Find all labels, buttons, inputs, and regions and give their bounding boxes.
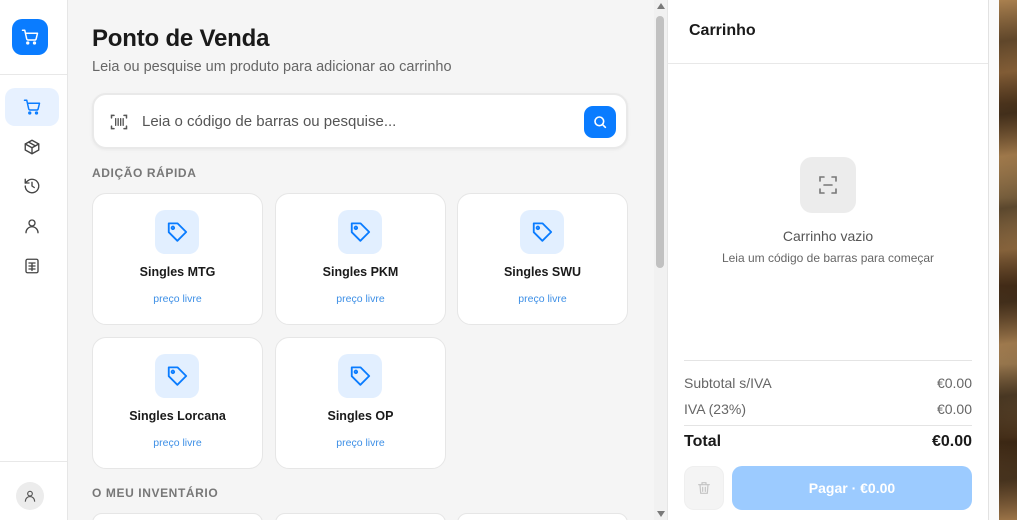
page-title: Ponto de Venda (92, 25, 270, 52)
card-price: preço livre (518, 293, 567, 305)
page-subtitle: Leia ou pesquise um produto para adicion… (92, 59, 452, 75)
inventory-card[interactable] (275, 513, 446, 520)
vat-value: €0.00 (936, 401, 972, 417)
tag-icon (520, 210, 564, 254)
sidebar (0, 0, 68, 520)
main-content: Ponto de Venda Leia ou pesquise um produ… (68, 0, 654, 520)
inventory-heading: O MEU INVENTÁRIO (92, 486, 219, 500)
cart-title: Carrinho (689, 22, 756, 39)
sidebar-divider (0, 74, 67, 75)
user-avatar-button[interactable] (16, 482, 44, 510)
quick-add-card[interactable]: Singles SWU preço livre (457, 193, 628, 325)
subtotal-label: Subtotal s/IVA (684, 375, 772, 391)
card-name: Singles SWU (503, 265, 582, 279)
card-name: Singles MTG (139, 265, 216, 279)
sidebar-divider (0, 461, 67, 462)
cart-icon (23, 99, 41, 115)
scroll-down-arrow-icon[interactable] (656, 511, 665, 517)
history-icon (24, 178, 40, 194)
cart-empty-title: Carrinho vazio (782, 228, 874, 244)
total-value: €0.00 (931, 433, 972, 450)
quick-add-card[interactable]: Singles Lorcana preço livre (92, 337, 263, 469)
totals-divider (684, 425, 972, 426)
scroll-up-arrow-icon[interactable] (656, 3, 665, 9)
search-icon (594, 116, 607, 129)
user-icon (25, 219, 39, 234)
sidebar-item-reports[interactable] (5, 247, 59, 285)
inventory-card[interactable] (92, 513, 263, 520)
tag-icon (338, 210, 382, 254)
scrollbar-thumb[interactable] (656, 16, 664, 268)
vat-row: IVA (23%) €0.00 (684, 401, 972, 417)
main-scrollbar[interactable] (654, 0, 667, 520)
app-logo[interactable] (12, 19, 48, 55)
tag-icon (338, 354, 382, 398)
search-input[interactable] (142, 109, 572, 133)
barcode-scan-icon[interactable] (109, 112, 129, 137)
search-button[interactable] (584, 106, 616, 138)
vat-label: IVA (23%) (684, 401, 746, 417)
card-name: Singles PKM (322, 265, 399, 279)
card-name: Singles Lorcana (129, 409, 226, 423)
quick-add-card[interactable]: Singles PKM preço livre (275, 193, 446, 325)
quick-add-heading: ADIÇÃO RÁPIDA (92, 166, 197, 180)
spreadsheet-icon (25, 258, 39, 274)
card-price: preço livre (336, 437, 385, 449)
sidebar-item-pos[interactable] (5, 88, 59, 126)
pay-button[interactable]: Pagar · €0.00 (732, 466, 972, 510)
background-image-strip (999, 0, 1017, 520)
cart-icon (21, 29, 39, 45)
totals-divider (684, 360, 972, 361)
clear-cart-button[interactable] (684, 466, 724, 510)
tag-icon (155, 354, 199, 398)
cart-panel: Carrinho Carrinho vazio Leia um código d… (667, 0, 988, 520)
cart-empty-subtitle: Leia um código de barras para começar (721, 251, 935, 265)
search-bar (92, 93, 628, 149)
subtotal-row: Subtotal s/IVA €0.00 (684, 375, 972, 391)
user-icon (24, 490, 36, 502)
sidebar-item-products[interactable] (5, 128, 59, 166)
quick-add-card[interactable]: Singles OP preço livre (275, 337, 446, 469)
scan-frame-icon (800, 157, 856, 213)
card-name: Singles OP (327, 409, 394, 423)
cart-header: Carrinho (668, 0, 988, 64)
sidebar-item-history[interactable] (5, 167, 59, 205)
trash-icon (698, 482, 710, 494)
card-price: preço livre (153, 293, 202, 305)
total-row: Total €0.00 (684, 433, 972, 451)
total-label: Total (684, 433, 722, 450)
quick-add-card[interactable]: Singles MTG preço livre (92, 193, 263, 325)
sidebar-item-customers[interactable] (5, 207, 59, 245)
tag-icon (155, 210, 199, 254)
card-price: preço livre (153, 437, 202, 449)
card-price: preço livre (336, 293, 385, 305)
window-edge (988, 0, 999, 520)
subtotal-value: €0.00 (936, 375, 972, 391)
box-icon (24, 139, 40, 155)
inventory-card[interactable] (457, 513, 628, 520)
